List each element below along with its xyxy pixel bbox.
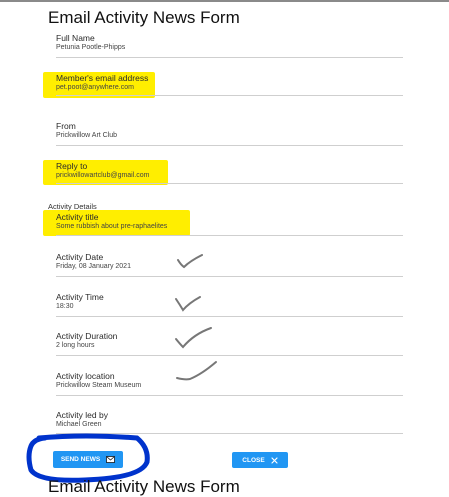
field-label: Activity Date [56, 252, 104, 262]
page-title-repeat: Email Activity News Form [48, 477, 240, 496]
close-button[interactable]: CLOSE [232, 452, 288, 468]
field-label: Activity led by [56, 410, 108, 420]
member-email-field[interactable]: Member's email address pet.poot@anywhere… [56, 73, 403, 96]
send-news-label: SEND NEWS [60, 456, 101, 463]
reply-to-field[interactable]: Reply to prickwillowartclub@gmail.com [56, 161, 403, 184]
field-label: Member's email address [56, 73, 149, 83]
full-name-field[interactable]: Full Name Petunia Pootle-Phipps [56, 33, 403, 58]
field-value: pet.poot@anywhere.com [56, 84, 134, 91]
check-icon [176, 361, 217, 381]
page-title: Email Activity News Form [48, 8, 240, 27]
from-field[interactable]: From Prickwillow Art Club [56, 121, 403, 146]
field-label: Activity Time [56, 292, 104, 302]
field-label: Activity Duration [56, 331, 118, 341]
activity-duration-field[interactable]: Activity Duration 2 long hours [56, 331, 403, 356]
check-icon [177, 254, 203, 269]
window-top-border [0, 0, 449, 2]
field-value: 18:30 [56, 303, 74, 310]
field-label: Activity title [56, 212, 99, 222]
field-value: Petunia Pootle-Phipps [56, 44, 126, 51]
field-label: From [56, 121, 76, 131]
check-icon [175, 296, 201, 312]
field-value: Prickwillow Steam Museum [56, 382, 142, 389]
field-label: Reply to [56, 161, 88, 171]
activity-date-field[interactable]: Activity Date Friday, 08 January 2021 [56, 252, 403, 277]
field-value: prickwillowartclub@gmail.com [56, 172, 150, 179]
field-value: Some rubbish about pre-raphaelites [56, 223, 168, 230]
field-value: Friday, 08 January 2021 [56, 263, 131, 270]
close-icon [271, 456, 278, 464]
activity-led-by-field[interactable]: Activity led by Michael Green [56, 410, 403, 434]
field-label: Full Name [56, 33, 95, 43]
close-label: CLOSE [242, 456, 265, 464]
activity-location-field[interactable]: Activity location Prickwillow Steam Muse… [56, 371, 403, 396]
field-value: Prickwillow Art Club [56, 132, 118, 139]
field-value: 2 long hours [56, 342, 95, 349]
check-icon [175, 327, 212, 349]
send-news-button[interactable]: SEND NEWS [53, 451, 123, 468]
field-label: Activity location [56, 371, 115, 381]
envelope-icon [106, 456, 116, 463]
field-value: Michael Green [56, 421, 102, 428]
activity-title-field[interactable]: Activity title Some rubbish about pre-ra… [56, 212, 403, 236]
section-label: Activity Details [48, 202, 97, 211]
activity-time-field[interactable]: Activity Time 18:30 [56, 292, 403, 317]
